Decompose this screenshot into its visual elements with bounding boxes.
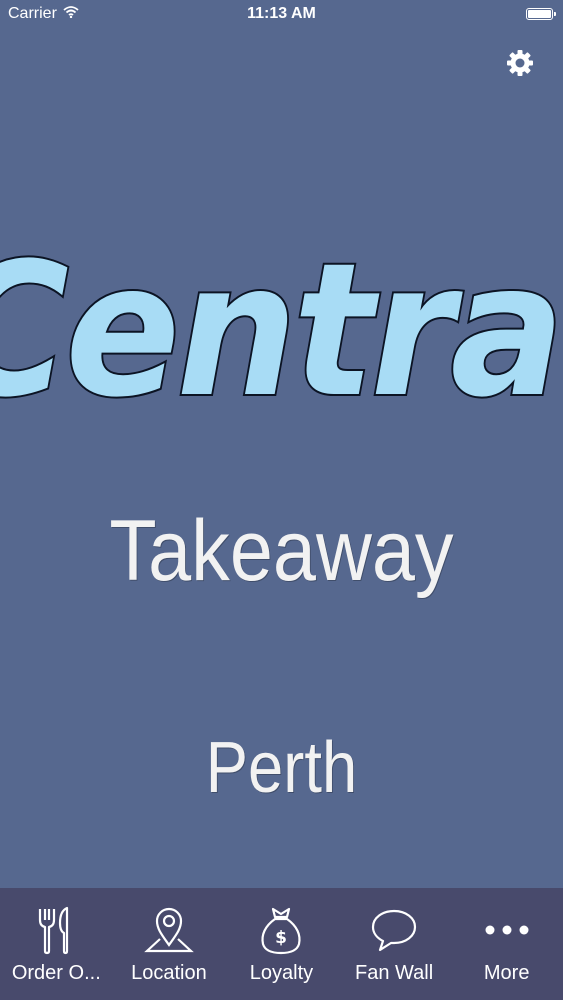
battery-icon [526,8,556,20]
location-pin-icon [144,904,194,956]
tab-order-online[interactable]: Order O... [0,888,113,1000]
status-bar: Carrier 11:13 AM [0,0,563,30]
status-time: 11:13 AM [247,5,316,22]
tab-fan-wall-label: Fan Wall [354,962,434,984]
tab-location-label: Location [131,962,207,984]
tab-bar: Order O... Location $ Loyalty Fan Wall M… [0,888,563,1000]
settings-button[interactable] [505,48,535,78]
money-bag-icon: $ [256,904,306,956]
tab-loyalty-label: Loyalty [249,962,314,984]
tab-loyalty[interactable]: $ Loyalty [225,888,338,1000]
brand-logo: Central [0,221,563,422]
brand-logo-text: Central [0,223,563,422]
svg-text:$: $ [276,928,288,948]
fork-knife-icon [31,904,81,956]
hero-takeaway: Takeaway [109,503,454,599]
more-dots-icon [482,904,532,956]
tab-more-label: More [483,962,530,984]
speech-bubble-icon [369,904,419,956]
hero-location: Perth [205,728,358,808]
tab-more[interactable]: More [450,888,563,1000]
tab-order-online-label: Order O... [11,962,101,984]
gear-icon [507,50,533,76]
tab-location[interactable]: Location [113,888,226,1000]
tab-fan-wall[interactable]: Fan Wall [338,888,451,1000]
